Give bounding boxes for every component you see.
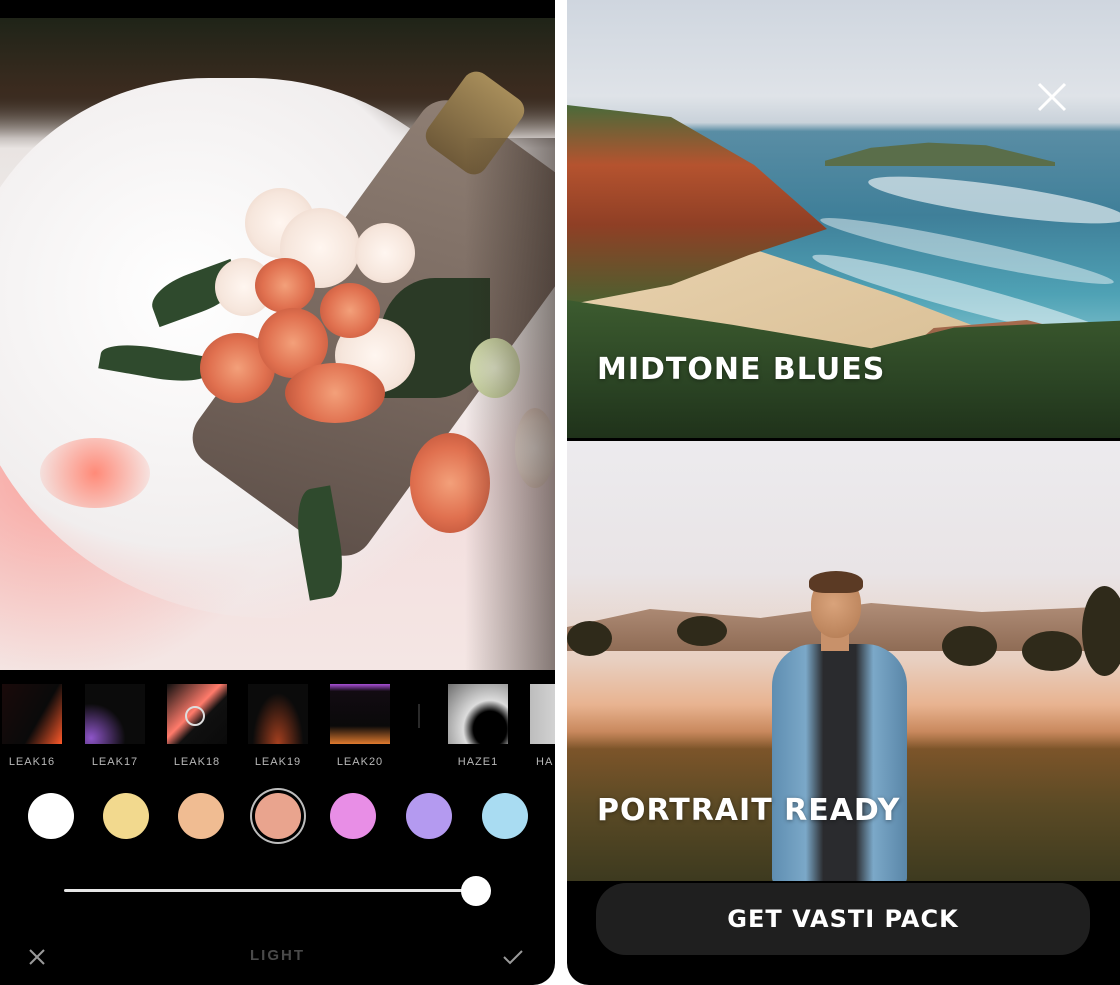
filter-label: LEAK18 [173,756,221,768]
filter-label: LEAK19 [254,756,302,768]
intensity-slider-track[interactable] [64,889,476,892]
edited-photo [0,18,555,670]
mode-label: LIGHT [250,947,305,964]
color-swatch-lavender[interactable] [406,793,452,839]
filter-leak16[interactable]: LEAK16 [2,684,62,768]
color-swatch-light-blue[interactable] [482,793,528,839]
filter-leak17[interactable]: LEAK17 [85,684,145,768]
filter-thumbnail [448,684,508,744]
color-swatch-salmon[interactable] [255,793,301,839]
filter-thumbnail [248,684,308,744]
filter-leak19[interactable]: LEAK19 [248,684,308,768]
check-icon [503,950,523,965]
preset-card-title: MIDTONE BLUES [597,352,886,387]
get-pack-button[interactable]: GET VASTI PACK [596,883,1090,955]
filter-label: LEAK17 [91,756,139,768]
color-swatch-yellow[interactable] [103,793,149,839]
filter-label: HAZE1 [457,756,499,768]
filter-leak20[interactable]: LEAK20 [330,684,390,768]
filter-thumbnail [330,684,390,744]
pack-preview-screen: MIDTONE BLUES PORTRAIT READY GET VASTI P… [567,0,1120,985]
filter-label: HA [536,756,554,768]
preset-card-midtone-blues[interactable]: MIDTONE BLUES [567,0,1120,438]
intensity-slider-knob[interactable] [461,876,491,906]
filter-thumbnail [85,684,145,744]
filter-haze2-partial[interactable]: HA [530,684,555,768]
color-swatch-peach[interactable] [178,793,224,839]
filter-thumbnail [167,684,227,744]
person [772,644,907,881]
preset-card-title: PORTRAIT READY [597,793,901,828]
filter-label: LEAK16 [8,756,56,768]
filter-thumbnail [530,684,555,744]
color-swatch-white[interactable] [28,793,74,839]
filter-strip: LEAK16 LEAK17 LEAK18 LEAK19 LEAK20 HAZE1 [0,672,555,782]
filter-group-divider [418,704,420,728]
editor-screen: LEAK16 LEAK17 LEAK18 LEAK19 LEAK20 HAZE1 [0,0,555,985]
close-button[interactable] [1035,80,1069,114]
editor-bottom-bar: LIGHT [0,932,555,982]
filter-thumbnail [2,684,62,744]
color-swatch-pink[interactable] [330,793,376,839]
filter-haze1[interactable]: HAZE1 [448,684,508,768]
preset-card-portrait-ready[interactable]: PORTRAIT READY [567,441,1120,881]
filter-label: LEAK20 [336,756,384,768]
filter-leak18[interactable]: LEAK18 [167,684,227,768]
close-icon [1037,82,1067,112]
confirm-button[interactable] [498,942,528,972]
